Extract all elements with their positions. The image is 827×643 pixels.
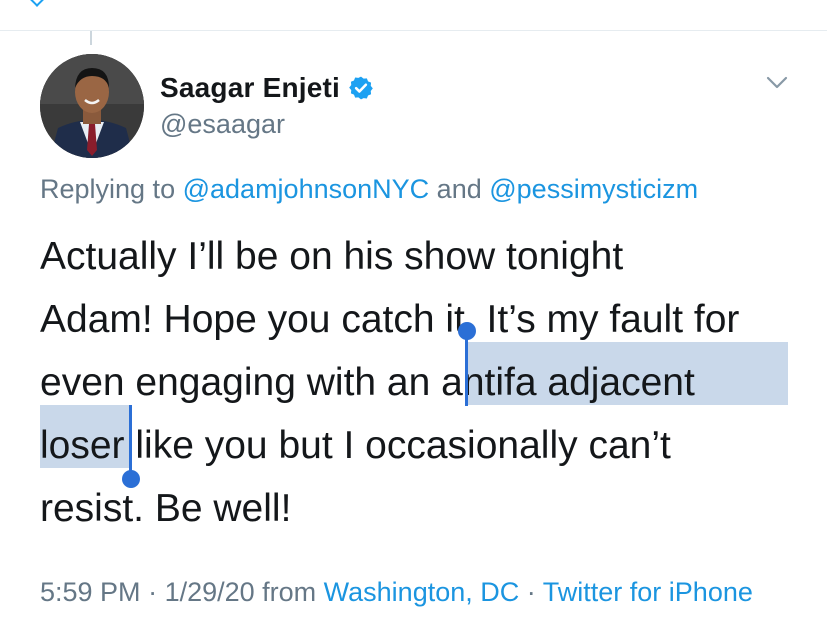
source-link[interactable]: Twitter for iPhone (543, 577, 753, 607)
thread-connector-line (90, 31, 92, 45)
verified-badge-icon (349, 76, 373, 100)
author-handle[interactable]: @esaagar (160, 109, 285, 140)
avatar[interactable] (40, 54, 144, 158)
tweet-line: loser like you but I occasionally can’t (40, 414, 800, 477)
selection-start-bar (465, 334, 468, 406)
selected-text: antifa adjacent (441, 361, 695, 404)
tweet-time: 5:59 PM (40, 577, 141, 607)
chevron-down-icon[interactable] (766, 76, 788, 90)
tweet-line-text: like you but I occasionally can’t (124, 424, 671, 467)
meta-separator: · (519, 577, 543, 607)
top-divider (0, 30, 827, 31)
tweet-line-text: Adam! Hope you catch it. It’s my fault f… (40, 298, 740, 341)
back-chevron-icon[interactable] (27, 0, 47, 7)
selection-end-handle[interactable] (122, 470, 140, 488)
tweet-line-text: resist. Be well! (40, 487, 292, 530)
location-link[interactable]: Washington, DC (324, 577, 520, 607)
author-name-row[interactable]: Saagar Enjeti (160, 72, 374, 104)
meta-from: from (254, 577, 324, 607)
reply-user-link-1[interactable]: @adamjohnsonNYC (183, 174, 430, 204)
meta-separator: · (140, 577, 165, 607)
tweet-line-text: Actually I’ll be on his show tonight (40, 235, 624, 278)
tweet-meta: 5:59 PM · 1/29/20 from Washington, DC · … (40, 574, 800, 611)
tweet-text[interactable]: Actually I’ll be on his show tonight Ada… (40, 225, 800, 540)
tweet-line: Adam! Hope you catch it. It’s my fault f… (40, 288, 800, 351)
tweet-line: even engaging with an antifa adjacent (40, 351, 800, 414)
tweet-line-text: even engaging with an (40, 361, 442, 404)
author-display-name[interactable]: Saagar Enjeti (160, 72, 340, 104)
reply-user-link-2[interactable]: @pessimysticizm (489, 174, 698, 204)
replying-to-line: Replying to @adamjohnsonNYC and @pessimy… (40, 174, 698, 205)
tweet-line: resist. Be well! (40, 477, 800, 540)
tweet-date: 1/29/20 (164, 577, 255, 607)
selected-text: loser (40, 424, 125, 467)
reply-connector: and (436, 174, 482, 204)
replying-to-label: Replying to (40, 174, 176, 204)
tweet-line: Actually I’ll be on his show tonight (40, 225, 800, 288)
selection-end-bar (129, 405, 132, 473)
